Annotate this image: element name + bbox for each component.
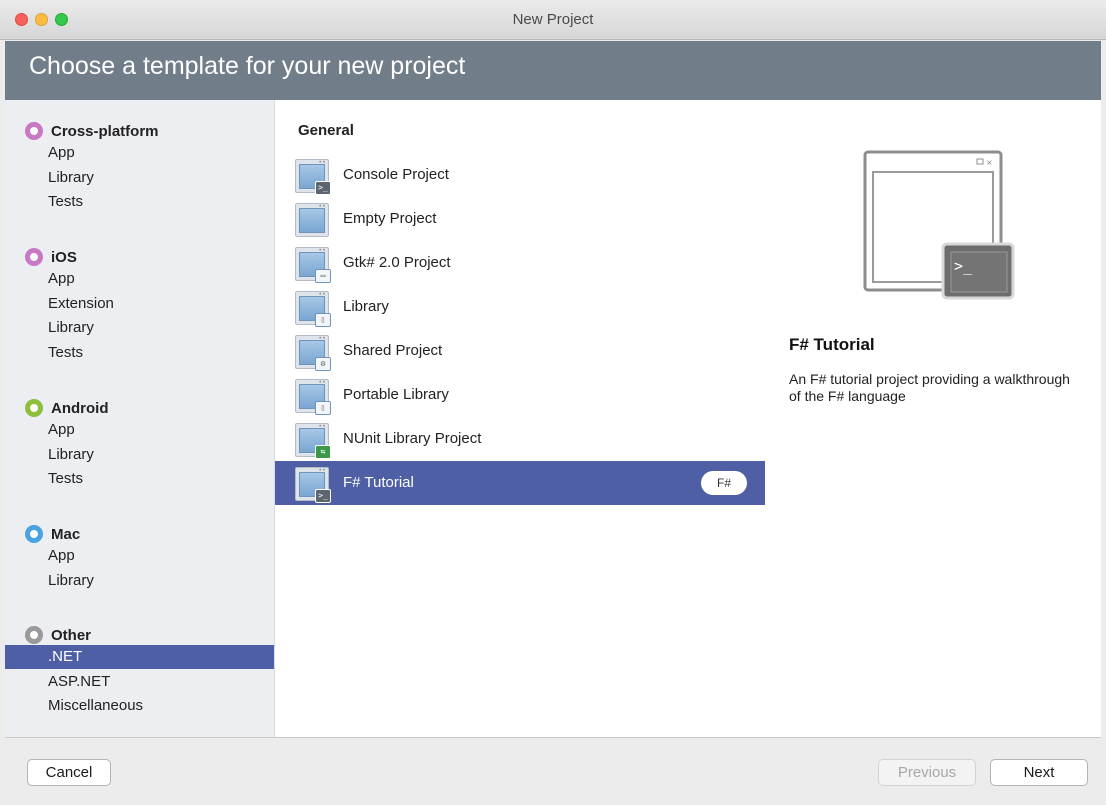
- category-label: Android: [51, 399, 109, 417]
- template-label: F# Tutorial: [343, 474, 414, 491]
- category-icon: [25, 248, 43, 266]
- sidebar-item[interactable]: App: [5, 141, 274, 165]
- empty-project-icon: • •: [295, 203, 329, 237]
- category-header-3[interactable]: Mac: [25, 523, 80, 545]
- portable-library-icon: • • ▯: [295, 379, 331, 415]
- terminal-badge-icon: >_: [315, 489, 331, 503]
- nunit-project-icon: • • ⇆: [295, 423, 331, 459]
- template-label: Console Project: [343, 166, 449, 183]
- category-header-4[interactable]: Other: [25, 624, 91, 646]
- previous-button[interactable]: Previous: [878, 759, 976, 786]
- sidebar-item[interactable]: .NET: [5, 645, 274, 669]
- dialog-footer: Cancel Previous Next: [0, 739, 1106, 805]
- category-icon: [25, 525, 43, 543]
- new-project-window: New Project Choose a template for your n…: [0, 0, 1106, 805]
- terminal-badge-icon: >_: [315, 181, 331, 195]
- shared-badge-icon: ⚙: [315, 357, 331, 371]
- category-label: Cross-platform: [51, 122, 159, 140]
- next-button[interactable]: Next: [990, 759, 1088, 786]
- sidebar-item[interactable]: ASP.NET: [5, 670, 274, 694]
- shared-project-icon: • • ⚙: [295, 335, 331, 371]
- sidebar-item[interactable]: Library: [5, 316, 274, 340]
- sidebar-item[interactable]: Tests: [5, 467, 274, 491]
- page-title: Choose a template for your new project: [29, 52, 466, 80]
- template-label: Library: [343, 298, 389, 315]
- book-badge-icon: ▯: [315, 313, 331, 327]
- template-row[interactable]: • • >_ F# Tutorial F#: [275, 461, 765, 505]
- book-badge-icon: ▯: [315, 401, 331, 415]
- sidebar-item[interactable]: Extension: [5, 292, 274, 316]
- category-icon: [25, 399, 43, 417]
- sidebar-item[interactable]: Library: [5, 166, 274, 190]
- svg-text:>_: >_: [954, 257, 973, 275]
- sidebar-item[interactable]: Tests: [5, 190, 274, 214]
- template-label: Gtk# 2.0 Project: [343, 254, 451, 271]
- category-label: iOS: [51, 248, 77, 266]
- window-badge-icon: ▭: [315, 269, 331, 283]
- selected-template-title: F# Tutorial: [789, 335, 875, 354]
- sidebar-item[interactable]: App: [5, 544, 274, 568]
- template-row[interactable]: • • ⚙ Shared Project: [275, 329, 765, 373]
- template-row[interactable]: • • ▯ Library: [275, 285, 765, 329]
- template-row[interactable]: • • >_ Console Project: [275, 153, 765, 197]
- category-sidebar: Cross-platform App Library Tests iOS App Exten…: [5, 100, 275, 737]
- category-label: Other: [51, 626, 92, 644]
- sidebar-item[interactable]: App: [5, 267, 274, 291]
- template-label: Empty Project: [343, 210, 437, 227]
- sidebar-item[interactable]: Tests: [5, 341, 274, 365]
- language-selector-badge[interactable]: F#: [701, 471, 747, 495]
- title-bar: New Project: [0, 0, 1106, 40]
- selected-template-description: An F# tutorial project providing a walkt…: [789, 371, 1070, 404]
- template-row[interactable]: • • ⇆ NUnit Library Project: [275, 417, 765, 461]
- template-group-label: General: [298, 122, 354, 139]
- template-row[interactable]: • • ▭ Gtk# 2.0 Project: [275, 241, 765, 285]
- template-row[interactable]: • • ▯ Portable Library: [275, 373, 765, 417]
- category-label: Mac: [51, 525, 81, 543]
- template-list: General • • >_ Console Project • • Empty Pro…: [275, 100, 765, 737]
- sidebar-item[interactable]: Miscellaneous: [5, 694, 274, 718]
- category-icon: [25, 626, 43, 644]
- template-row[interactable]: • • Empty Project: [275, 197, 765, 241]
- terminal-window-preview-icon: × >_: [863, 150, 1015, 300]
- sidebar-item[interactable]: Library: [5, 443, 274, 467]
- category-header-1[interactable]: iOS: [25, 246, 77, 268]
- test-badge-icon: ⇆: [315, 445, 331, 459]
- header-banner: Choose a template for your new project: [5, 41, 1101, 100]
- console-project-icon: • • >_: [295, 159, 331, 195]
- category-icon: [25, 122, 43, 140]
- cancel-button[interactable]: Cancel: [27, 759, 111, 786]
- gtk-project-icon: • • ▭: [295, 247, 331, 283]
- window-title: New Project: [512, 11, 594, 28]
- fsharp-tutorial-icon: • • >_: [295, 467, 331, 503]
- sidebar-item[interactable]: App: [5, 418, 274, 442]
- template-label: Portable Library: [343, 386, 449, 403]
- library-icon: • • ▯: [295, 291, 331, 327]
- category-header-2[interactable]: Android: [25, 397, 109, 419]
- sidebar-item[interactable]: Library: [5, 569, 274, 593]
- template-label: NUnit Library Project: [343, 430, 482, 447]
- template-label: Shared Project: [343, 342, 443, 359]
- template-detail-pane: × >_ F# Tutorial An F# tutorial project …: [765, 100, 1101, 737]
- svg-text:×: ×: [986, 158, 993, 167]
- content-area: Cross-platform App Library Tests iOS App Exten…: [5, 100, 1101, 738]
- category-header-0[interactable]: Cross-platform: [25, 120, 159, 142]
